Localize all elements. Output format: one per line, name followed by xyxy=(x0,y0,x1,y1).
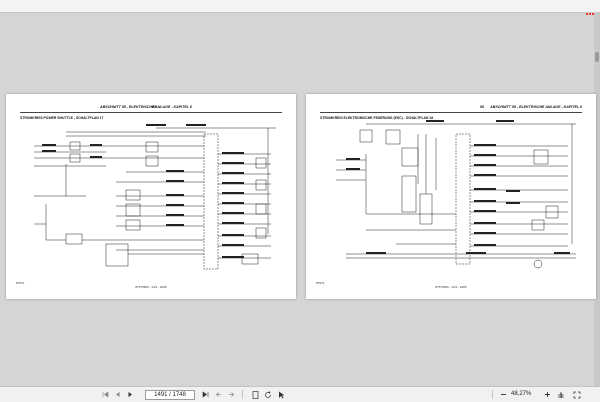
fit-page-icon[interactable] xyxy=(250,387,260,402)
viewer-top-bar xyxy=(0,0,600,15)
footer-reference: 87575606 - 10/1 - 2005 xyxy=(435,285,467,289)
last-page-icon[interactable] xyxy=(200,387,210,402)
next-view-icon[interactable] xyxy=(226,387,236,402)
document-page-right: 56 ABSCHNITT 55 - ELEKTRISCHE ANLAGE - K… xyxy=(306,94,596,299)
zoom-out-icon[interactable] xyxy=(498,387,508,402)
hand-icon[interactable] xyxy=(556,387,566,402)
scrollbar-thumb[interactable] xyxy=(595,52,599,62)
viewer-toolbar: 1491 / 1748 48,27% xyxy=(0,386,600,402)
select-icon[interactable] xyxy=(276,387,286,402)
prev-view-icon[interactable] xyxy=(213,387,223,402)
rotate-icon[interactable] xyxy=(263,387,273,402)
toolbar-separator xyxy=(492,390,493,399)
wiring-diagram-left xyxy=(34,124,276,270)
fullscreen-icon[interactable] xyxy=(572,387,582,402)
next-page-icon[interactable] xyxy=(125,387,135,402)
toolbar-separator xyxy=(242,390,243,399)
zoom-in-icon[interactable] xyxy=(542,387,552,402)
prev-page-icon[interactable] xyxy=(112,387,122,402)
wiring-diagram-right xyxy=(336,120,576,269)
document-page-left: ABSCHNITT 55 - ELEKTRISCHE ANLAGE - KAPI… xyxy=(6,94,296,299)
first-page-icon[interactable] xyxy=(100,387,110,402)
page-number-input[interactable]: 1491 / 1748 xyxy=(145,390,195,400)
footer-reference: 87575606 - 10/1 - 2005 xyxy=(135,285,167,289)
zoom-level[interactable]: 48,27% xyxy=(511,387,531,402)
app-logo-icon xyxy=(586,2,596,15)
